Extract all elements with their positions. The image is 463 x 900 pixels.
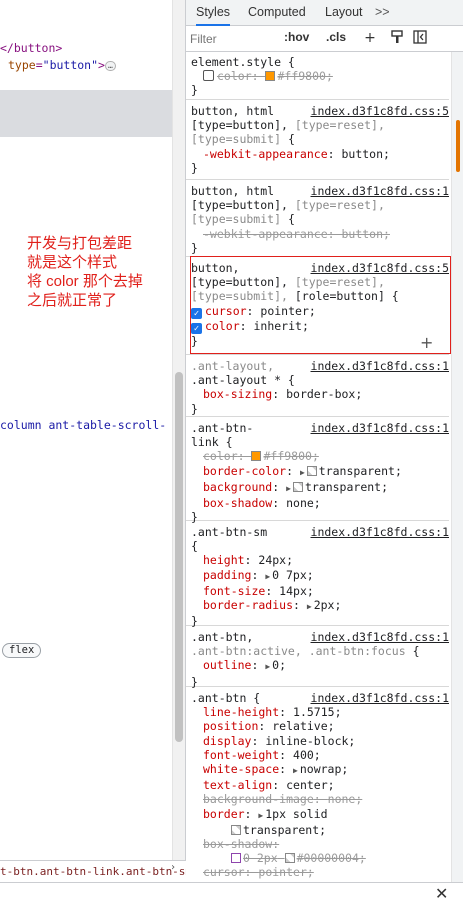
drawer-bar xyxy=(0,882,463,900)
annotation-line: 之后就正常了 xyxy=(27,292,118,309)
color-swatch-icon[interactable] xyxy=(292,481,303,492)
rule-selector: .ant-btn { xyxy=(191,691,261,705)
toggle-sidebar-icon[interactable] xyxy=(412,30,428,46)
breadcrumb[interactable]: t-btn.ant-btn-link.ant-btn-sm xyxy=(0,860,186,882)
tab-computed[interactable]: Computed xyxy=(248,0,306,26)
style-rule[interactable]: .ant-btn- index.d3f1c8fd.css:1 link { co… xyxy=(186,418,449,524)
hover-state-button[interactable]: :hov xyxy=(284,30,309,44)
annotation-line: 开发与打包差距 xyxy=(27,235,133,252)
expand-triangle-icon[interactable]: ▶ xyxy=(265,572,270,581)
expand-triangle-icon[interactable]: ▶ xyxy=(307,602,312,611)
style-property[interactable]: -webkit-appearance: button; xyxy=(191,147,449,161)
style-rule[interactable]: button, html index.d3f1c8fd.css:1 [type=… xyxy=(186,181,449,257)
rule-selector: element.style { xyxy=(191,55,295,69)
expand-triangle-icon[interactable]: ▶ xyxy=(265,662,270,671)
style-property[interactable]: border-radius: ▶ 2px; xyxy=(191,598,449,614)
rule-selector: .ant-layout, xyxy=(191,359,275,373)
rule-selector: .ant-btn-sm xyxy=(191,525,268,539)
style-rules-list: element.style { color: #ff9800; } button… xyxy=(186,52,449,882)
more-tabs-icon[interactable]: >> xyxy=(375,0,390,26)
style-property[interactable]: box-sizing: border-box; xyxy=(191,387,449,401)
close-icon[interactable]: ✕ xyxy=(435,884,448,900)
color-swatch-icon[interactable] xyxy=(251,451,262,462)
rule-source-link[interactable]: index.d3f1c8fd.css:1 xyxy=(311,691,449,705)
styles-sidebar: Styles Computed Layout >> :hov .cls + el… xyxy=(186,0,463,882)
annotation-line: 就是这个样式 xyxy=(27,254,118,271)
color-swatch-icon[interactable] xyxy=(231,824,241,835)
style-property[interactable]: text-align: center; xyxy=(191,778,449,792)
rule-selector: .ant-btn- xyxy=(191,421,254,435)
selected-dom-node[interactable] xyxy=(0,90,172,137)
rule-source-link[interactable]: index.d3f1c8fd.css:1 xyxy=(311,525,449,539)
color-swatch-icon[interactable] xyxy=(306,465,317,476)
style-property[interactable]: height: 24px; xyxy=(191,553,449,567)
dom-line-type-button[interactable]: type="button">… xyxy=(8,58,116,72)
style-property[interactable]: color: #ff9800; xyxy=(191,69,449,83)
breadcrumb-item[interactable]: t-btn.ant-btn-link.ant-btn-sm xyxy=(0,865,186,878)
style-property[interactable]: white-space: ▶ nowrap; xyxy=(191,762,449,778)
breadcrumb-scroll-arrow-icon[interactable]: › xyxy=(170,862,176,873)
styles-scrollbar-thumb[interactable] xyxy=(456,120,460,172)
style-property[interactable]: line-height: 1.5715; xyxy=(191,705,449,719)
rule-source-link[interactable]: index.d3f1c8fd.css:1 xyxy=(311,359,449,373)
rule-source-link[interactable]: index.d3f1c8fd.css:1 xyxy=(311,184,449,198)
class-toggle-button[interactable]: .cls xyxy=(326,30,346,44)
style-rule[interactable]: element.style { color: #ff9800; } xyxy=(186,52,449,100)
filter-input[interactable] xyxy=(190,30,274,48)
rule-selector: button, html xyxy=(191,184,275,198)
expand-triangle-icon[interactable]: ▶ xyxy=(286,484,291,493)
expand-triangle-icon[interactable]: ▶ xyxy=(258,811,263,820)
style-property[interactable]: border: ▶ 1px solid xyxy=(191,807,449,823)
rule-selector: button, html xyxy=(191,104,275,118)
color-swatch-icon[interactable] xyxy=(265,71,276,82)
rule-source-link[interactable]: index.d3f1c8fd.css:5 xyxy=(311,104,449,118)
rule-selector: .ant-btn, xyxy=(191,630,254,644)
paint-brush-icon[interactable] xyxy=(389,30,405,46)
style-property[interactable]: display: inline-block; xyxy=(191,734,449,748)
color-swatch-icon[interactable] xyxy=(284,853,295,864)
style-property[interactable]: cursor: pointer; xyxy=(191,865,449,879)
rule-source-link[interactable]: index.d3f1c8fd.css:1 xyxy=(311,630,449,644)
style-property[interactable]: -webkit-appearance: button; xyxy=(191,227,449,241)
style-property[interactable]: font-size: 14px; xyxy=(191,584,449,598)
style-property[interactable]: font-weight: 400; xyxy=(191,748,449,762)
dom-line-table-scroll[interactable]: column ant-table-scroll- xyxy=(0,418,166,432)
rule-source-link[interactable]: index.d3f1c8fd.css:1 xyxy=(311,421,449,435)
style-property[interactable]: background: ▶ transparent; xyxy=(191,480,449,496)
ellipsis-toggle[interactable]: … xyxy=(104,60,116,71)
style-rule[interactable]: .ant-btn { index.d3f1c8fd.css:1 line-hei… xyxy=(186,688,449,882)
style-rule[interactable]: .ant-btn-sm index.d3f1c8fd.css:1 { heigh… xyxy=(186,522,449,628)
style-rule[interactable]: button, html index.d3f1c8fd.css:5 [type=… xyxy=(186,101,449,180)
tab-styles[interactable]: Styles xyxy=(196,0,231,26)
style-property[interactable]: box-shadow: xyxy=(191,837,449,851)
style-rule[interactable]: .ant-btn, index.d3f1c8fd.css:1 .ant-btn:… xyxy=(186,627,449,689)
shadow-editor-icon[interactable] xyxy=(231,853,241,864)
annotation-line: 将 color 那个去掉 xyxy=(27,273,143,290)
annotation-highlight-box xyxy=(190,256,451,354)
elements-scrollbar-thumb[interactable] xyxy=(175,372,183,742)
style-property[interactable]: box-shadow: none; xyxy=(191,496,449,510)
expand-triangle-icon[interactable]: ▶ xyxy=(293,766,298,775)
style-property-continuation[interactable]: 0 2px #00000004; xyxy=(191,851,449,865)
style-property[interactable]: background-image: none; xyxy=(191,792,449,806)
style-property[interactable]: color: #ff9800; xyxy=(191,449,449,463)
elements-panel: </button> type="button">… column ant-tab… xyxy=(0,0,186,900)
new-style-rule-icon[interactable]: + xyxy=(362,30,378,46)
tab-layout[interactable]: Layout xyxy=(325,0,363,26)
styles-scrollbar-track[interactable] xyxy=(451,52,463,882)
red-annotation: 开发与打包差距 就是这个样式 将 color 那个去掉 之后就正常了 xyxy=(27,234,143,310)
add-property-icon[interactable]: + xyxy=(420,333,433,352)
style-rule[interactable]: .ant-layout, index.d3f1c8fd.css:1 .ant-l… xyxy=(186,356,449,417)
style-property[interactable]: position: relative; xyxy=(191,719,449,733)
sidebar-tabs: Styles Computed Layout >> xyxy=(186,0,463,26)
style-property[interactable]: border-color: ▶ transparent; xyxy=(191,464,449,480)
expand-triangle-icon[interactable]: ▶ xyxy=(300,468,305,477)
style-property[interactable]: outline: ▶ 0; xyxy=(191,658,449,674)
property-checkbox[interactable] xyxy=(203,70,214,82)
dom-line-close-button[interactable]: </button> xyxy=(0,41,62,55)
style-property-continuation: transparent; xyxy=(191,823,449,837)
flex-badge[interactable]: flex xyxy=(2,643,42,658)
style-property[interactable]: padding: ▶ 0 7px; xyxy=(191,568,449,584)
styles-toolbar: :hov .cls + xyxy=(186,26,463,52)
